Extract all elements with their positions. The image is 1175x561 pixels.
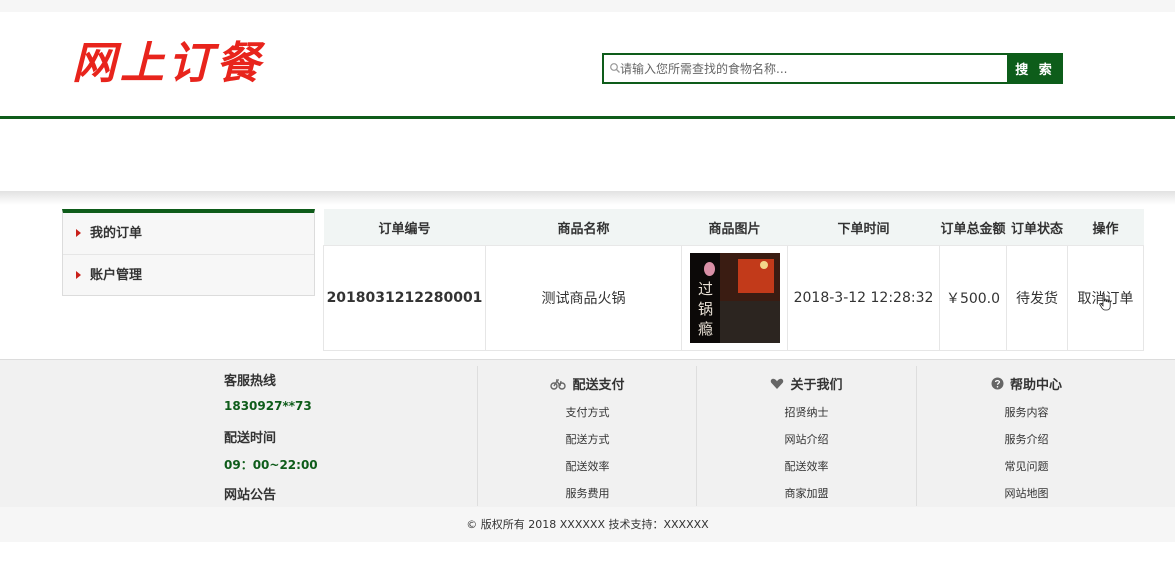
- heart-icon: [770, 378, 784, 393]
- arrow-right-icon: [76, 229, 81, 237]
- user-sidebar: 我的订单 账户管理: [62, 209, 315, 296]
- order-status: 待发货: [1006, 245, 1068, 351]
- footer-link[interactable]: 网站介绍: [697, 431, 916, 447]
- footer-link[interactable]: 服务费用: [478, 485, 697, 501]
- hotline-label: 客服热线: [224, 374, 277, 389]
- footer-link[interactable]: 服务内容: [917, 404, 1136, 420]
- image-sign-glyph: 瘾: [697, 320, 713, 338]
- image-floor: [719, 301, 780, 343]
- footer-col-help: 帮助中心 服务内容 服务介绍 常见问题 网站地图: [916, 366, 1136, 506]
- column-header-order-time: 下单时间: [787, 209, 940, 246]
- sidebar-item-label: 账户管理: [90, 268, 143, 283]
- column-header-product-name: 商品名称: [485, 209, 682, 246]
- footer-col-delivery: 配送支付 支付方式 配送方式 配送效率 服务费用: [477, 366, 697, 506]
- footer-link[interactable]: 常见问题: [917, 458, 1136, 474]
- image-sign-drop: [703, 262, 715, 276]
- column-header-action: 操作: [1067, 209, 1144, 246]
- footer-link[interactable]: 网站地图: [917, 485, 1136, 501]
- mouse-cursor-icon: [1099, 293, 1111, 311]
- footer-link[interactable]: 配送效率: [478, 458, 697, 474]
- search-button[interactable]: 搜 索: [1007, 53, 1063, 84]
- orders-table: 订单编号 商品名称 商品图片 下单时间 订单总金额 订单状态 操作 201803…: [323, 209, 1144, 351]
- footer-link[interactable]: 配送效率: [697, 458, 916, 474]
- column-header-total: 订单总金额: [939, 209, 1007, 246]
- search-input[interactable]: [620, 55, 1000, 82]
- column-header-order-id: 订单编号: [323, 209, 486, 246]
- banner-area: [0, 119, 1175, 191]
- image-sign-glyph: 过: [697, 280, 713, 298]
- order-total: ￥500.0: [939, 245, 1007, 351]
- footer-col-title: 配送支付: [478, 374, 697, 393]
- footer-col-about: 关于我们 招贤纳士 网站介绍 配送效率 商家加盟: [696, 366, 916, 506]
- copyright-bar: © 版权所有 2018 XXXXXX 技术支持：XXXXXX: [0, 507, 1175, 542]
- notice-label[interactable]: 网站公告: [224, 484, 276, 503]
- product-name: 测试商品火锅: [485, 245, 682, 351]
- image-light: [759, 261, 768, 269]
- order-time: 2018-3-12 12:28:32: [787, 245, 940, 351]
- table-header-row: 订单编号 商品名称 商品图片 下单时间 订单总金额 订单状态 操作: [323, 209, 1144, 246]
- footer-col-title: 帮助中心: [917, 374, 1136, 393]
- bicycle-icon: [550, 378, 567, 393]
- delivery-time-label: 配送时间: [224, 431, 277, 446]
- product-image-cell: 过 锅 瘾: [681, 245, 788, 351]
- image-wall-red: [737, 259, 774, 293]
- footer-link[interactable]: 服务介绍: [917, 431, 1136, 447]
- delivery-time: 09：00~22:00: [224, 458, 318, 472]
- site-header: 网上订餐 搜 索: [0, 12, 1175, 116]
- help-icon: [991, 377, 1004, 393]
- column-header-product-image: 商品图片: [681, 209, 788, 246]
- arrow-right-icon: [76, 271, 81, 279]
- site-footer: 客服热线 1830927**73 配送时间 09：00~22:00 网站公告 配…: [0, 359, 1175, 507]
- sidebar-item-label: 我的订单: [90, 226, 143, 241]
- order-id: 2018031212280001: [323, 245, 486, 351]
- footer-col-title: 关于我们: [697, 374, 916, 393]
- site-logo[interactable]: 网上订餐: [72, 38, 264, 90]
- image-sign-glyph: 锅: [697, 300, 713, 318]
- sidebar-item-account[interactable]: 账户管理: [63, 254, 314, 296]
- table-row: 2018031212280001 测试商品火锅 过 锅 瘾 2018-3-12 …: [323, 245, 1144, 351]
- top-strip: [0, 0, 1175, 12]
- footer-link[interactable]: 招贤纳士: [697, 404, 916, 420]
- search-box: [602, 53, 1007, 84]
- search-bar: 搜 索: [602, 53, 1063, 84]
- sidebar-item-my-orders[interactable]: 我的订单: [63, 213, 314, 254]
- hotline-number: 1830927**73: [224, 399, 312, 413]
- footer-link[interactable]: 商家加盟: [697, 485, 916, 501]
- product-image[interactable]: 过 锅 瘾: [689, 253, 780, 343]
- footer-link[interactable]: 配送方式: [478, 431, 697, 447]
- banner-shadow: [0, 191, 1175, 205]
- column-header-status: 订单状态: [1006, 209, 1068, 246]
- footer-link[interactable]: 支付方式: [478, 404, 697, 420]
